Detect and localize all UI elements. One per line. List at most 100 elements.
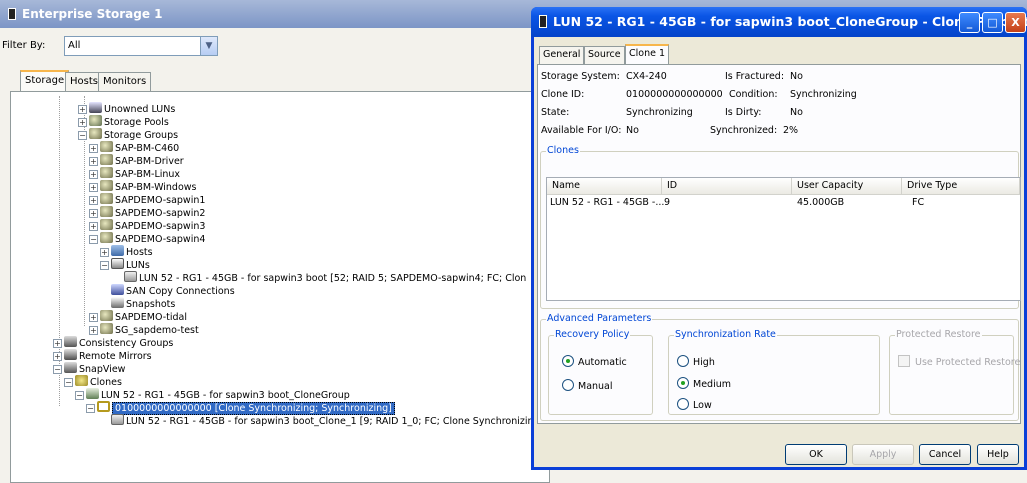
use-protected-restore-checkbox[interactable]: Use Protected Restore: [898, 355, 1020, 368]
tree-item-clone-group[interactable]: − LUN 52 - RG1 - 45GB - for sapwin3 boot_…: [75, 388, 350, 401]
radio-manual[interactable]: Manual: [562, 379, 613, 392]
tree-item-storage-group[interactable]: + SAPDEMO-sapwin3: [89, 219, 205, 232]
tab-general[interactable]: General: [539, 46, 585, 64]
expand-icon[interactable]: +: [100, 248, 109, 257]
clones-group: Clones Name ID User Capacity Drive Type …: [540, 145, 1021, 309]
tree-label: SAPDEMO-sapwin2: [115, 208, 206, 219]
checkbox-icon[interactable]: [898, 355, 910, 367]
tree-item-storage-group[interactable]: + SAP-BM-Windows: [89, 180, 196, 193]
expand-icon[interactable]: +: [53, 352, 62, 361]
tree-label: SAP-BM-Linux: [115, 169, 181, 180]
tree-item-san-copy[interactable]: SAN Copy Connections: [111, 284, 235, 297]
expand-icon[interactable]: +: [89, 157, 98, 166]
tree-item-storage-group[interactable]: + SAP-BM-C460: [89, 141, 179, 154]
ok-button[interactable]: OK: [785, 444, 847, 465]
expand-icon[interactable]: +: [89, 313, 98, 322]
column-header-drive-type[interactable]: Drive Type: [902, 178, 1020, 195]
host-icon: [111, 245, 124, 256]
collapse-icon[interactable]: −: [75, 391, 84, 400]
minimize-icon[interactable]: _: [959, 12, 980, 33]
tree-item-storage-group[interactable]: + SAPDEMO-tidal: [89, 310, 187, 323]
filter-label: Filter By:: [2, 40, 46, 51]
tree-item-storage-pools[interactable]: + Storage Pools: [78, 115, 169, 128]
protected-restore-group: Protected Restore Use Protected Restore: [889, 329, 1020, 415]
expand-icon[interactable]: +: [89, 183, 98, 192]
expand-icon[interactable]: +: [89, 326, 98, 335]
close-icon[interactable]: X: [1005, 12, 1026, 33]
storage-group-icon: [100, 193, 113, 204]
tree-item-consistency-groups[interactable]: + Consistency Groups: [53, 336, 173, 349]
expand-icon[interactable]: +: [89, 209, 98, 218]
expand-icon[interactable]: +: [89, 144, 98, 153]
expand-icon[interactable]: +: [89, 170, 98, 179]
cancel-button[interactable]: Cancel: [919, 444, 971, 465]
collapse-icon[interactable]: −: [53, 365, 62, 374]
tab-storage[interactable]: Storage: [20, 70, 70, 92]
help-button[interactable]: Help: [977, 444, 1019, 465]
tree-item-storage-group[interactable]: + SAP-BM-Driver: [89, 154, 184, 167]
clones-table[interactable]: Name ID User Capacity Drive Type LUN 52 …: [546, 177, 1021, 301]
radio-label: Manual: [578, 381, 613, 392]
radio-selected-icon[interactable]: [677, 377, 689, 389]
tree-label: Storage Groups: [104, 130, 179, 141]
collapse-icon[interactable]: −: [78, 131, 87, 140]
consistency-group-icon: [64, 336, 77, 347]
storage-group-icon: [100, 180, 113, 191]
radio-medium[interactable]: Medium: [677, 377, 731, 390]
radio-icon[interactable]: [677, 398, 689, 410]
tree-item-snapview[interactable]: − SnapView: [53, 362, 125, 375]
tree-item-storage-groups[interactable]: − Storage Groups: [78, 128, 178, 141]
tree-item-lun-52[interactable]: LUN 52 - RG1 - 45GB - for sapwin3 boot […: [124, 271, 526, 284]
apply-button[interactable]: Apply: [852, 444, 914, 465]
collapse-icon[interactable]: −: [89, 235, 98, 244]
tree-item-clones[interactable]: − Clones: [64, 375, 122, 388]
tree-item-snapshots[interactable]: Snapshots: [111, 297, 175, 310]
collapse-icon[interactable]: −: [86, 404, 95, 413]
radio-icon[interactable]: [562, 379, 574, 391]
tree-item-storage-group[interactable]: − SAPDEMO-sapwin4: [89, 232, 205, 245]
tree-label: LUNs: [126, 260, 150, 271]
tree-item-storage-group[interactable]: + SAPDEMO-sapwin2: [89, 206, 205, 219]
expand-icon[interactable]: +: [89, 222, 98, 231]
tree-item-unowned-luns[interactable]: + Unowned LUNs: [78, 102, 175, 115]
tab-source[interactable]: Source: [584, 46, 625, 64]
clone-id-label: Clone ID:: [541, 89, 585, 100]
column-header-capacity[interactable]: User Capacity: [792, 178, 902, 195]
expand-icon[interactable]: +: [78, 118, 87, 127]
tree-item-clone-id[interactable]: −0100000000000000 [Clone Synchronizing; …: [86, 401, 395, 415]
window-title: Enterprise Storage 1: [22, 7, 163, 21]
tree-item-clone-lun[interactable]: LUN 52 - RG1 - 45GB - for sapwin3 boot_C…: [111, 414, 543, 427]
tree-label: Unowned LUNs: [104, 104, 176, 115]
radio-label: Automatic: [578, 357, 627, 368]
tree-item-storage-group[interactable]: + SAP-BM-Linux: [89, 167, 180, 180]
storage-group-icon: [100, 167, 113, 178]
column-header-id[interactable]: ID: [662, 178, 792, 195]
tab-monitors[interactable]: Monitors: [98, 72, 152, 91]
radio-label: Medium: [693, 379, 731, 390]
chevron-down-icon[interactable]: ▼: [200, 37, 217, 55]
app-icon: [539, 15, 547, 28]
expand-icon[interactable]: +: [53, 339, 62, 348]
tree-item-remote-mirrors[interactable]: + Remote Mirrors: [53, 349, 152, 362]
tree-item-luns[interactable]: − LUNs: [100, 258, 150, 271]
collapse-icon[interactable]: −: [64, 378, 73, 387]
state-label: State:: [541, 107, 570, 118]
tree-label: LUN 52 - RG1 - 45GB - for sapwin3 boot_C…: [126, 416, 544, 427]
radio-icon[interactable]: [677, 355, 689, 367]
tab-clone-1[interactable]: Clone 1: [625, 44, 670, 64]
tree-item-hosts[interactable]: + Hosts: [100, 245, 153, 258]
expand-icon[interactable]: +: [78, 105, 87, 114]
radio-low[interactable]: Low: [677, 398, 712, 411]
expand-icon[interactable]: +: [89, 196, 98, 205]
tree-item-storage-group[interactable]: + SAPDEMO-sapwin1: [89, 193, 205, 206]
column-header-name[interactable]: Name: [547, 178, 662, 195]
collapse-icon[interactable]: −: [100, 261, 109, 270]
clone-properties-dialog: LUN 52 - RG1 - 45GB - for sapwin3 boot_C…: [531, 7, 1027, 470]
radio-automatic[interactable]: Automatic: [562, 355, 627, 368]
storage-group-icon: [100, 154, 113, 165]
radio-selected-icon[interactable]: [562, 355, 574, 367]
maximize-icon[interactable]: □: [982, 12, 1003, 33]
radio-high[interactable]: High: [677, 355, 715, 368]
filter-dropdown[interactable]: All ▼: [64, 36, 218, 56]
tree-item-storage-group[interactable]: + SG_sapdemo-test: [89, 323, 199, 336]
